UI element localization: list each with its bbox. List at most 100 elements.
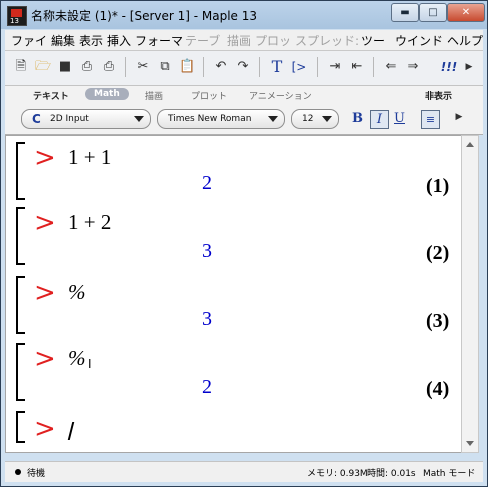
minimize-button[interactable]: ▬ [391,3,419,22]
execution-group-bracket[interactable] [16,207,25,265]
prompt: > [34,278,56,308]
back-icon[interactable]: ⇐ [383,59,399,75]
undo-icon[interactable]: ↶ [213,59,229,75]
outdent-icon[interactable]: ⇤ [349,59,365,75]
math-output: 3 [202,240,212,262]
indent-icon[interactable]: ⇥ [327,59,343,75]
input-mode-status: Math モード [423,469,476,479]
memory-usage: メモリ: 0.93M [307,469,368,479]
text-cursor-icon: I [88,357,92,371]
menu-tools[interactable]: ツー [361,32,385,49]
execute-all-icon[interactable]: !!! [439,59,459,75]
equation-label[interactable]: (3) [426,310,449,333]
input-mode-icon: C [32,112,41,126]
menu-file[interactable]: ファイ [11,32,47,49]
scroll-down-icon[interactable] [466,441,474,446]
chevron-down-icon [322,116,332,122]
status-indicator-icon [15,469,21,475]
print-preview-icon[interactable]: ⎙ [79,59,95,75]
cut-icon[interactable]: ✂ [135,59,151,75]
execution-group-bracket[interactable] [16,343,25,401]
copy-icon[interactable]: ⧉ [157,59,173,75]
insertion-caret [67,422,78,440]
new-document-icon[interactable]: 🗎 [13,59,29,75]
prompt: > [34,143,56,173]
maple-leaf-shape [11,9,22,17]
hide-context-bar[interactable]: 非表示 [425,89,452,102]
context-overflow-icon[interactable]: ▶ [451,109,467,125]
equation-label[interactable]: (2) [426,242,449,265]
status-state: 待機 [27,469,46,479]
toolbar-separator [125,57,126,77]
toolbar-separator [373,57,374,77]
menu-insert[interactable]: 挿入 [107,32,131,49]
font-select[interactable]: Times New Roman [157,109,285,129]
maple-leaf-icon[interactable]: 13 [7,6,27,26]
elapsed-time: 時間: 0.01s [367,469,416,479]
font-size-value: 12 [302,114,314,124]
tab-animation[interactable]: アニメーション [249,89,312,102]
font-size-select[interactable]: 12 [291,109,339,129]
font-value: Times New Roman [168,114,252,124]
math-input[interactable]: % [68,280,86,305]
text-mode-icon[interactable]: T [269,59,285,75]
prompt: > [34,414,56,444]
tab-drawing[interactable]: 描画 [145,89,163,102]
open-folder-icon[interactable]: 🗁 [35,59,51,75]
menu-view[interactable]: 表示 [79,32,103,49]
math-mode-icon[interactable]: [> [291,59,307,75]
main-toolbar: 🗎 🗁 ■ ⎙ ⎙ ✂ ⧉ 📋 ↶ ↷ T [> ⇥ ⇤ ⇐ ⇒ !!! ▶ [5,51,483,86]
math-input[interactable]: 1 + 2 [68,210,111,235]
italic-button[interactable]: I [370,110,389,129]
menu-bar: ファイ 編集 表示 挿入 フォーマ テーブ 描画 プロッ スプレッド: ツー ウ… [5,30,483,51]
execution-group-bracket[interactable] [16,411,25,443]
status-bar: 待機 メモリ: 0.93M 時間: 0.01s Math モード [5,461,483,482]
maximize-icon: □ [428,7,438,18]
tab-math[interactable]: Math [85,88,129,100]
menu-spreadsheet[interactable]: スプレッド: [295,32,359,49]
tab-plot[interactable]: プロット [191,89,227,102]
chevron-down-icon [268,116,278,122]
menu-help[interactable]: ヘルプ [447,32,483,49]
input-mode-select[interactable]: C 2D Input [21,109,151,129]
context-bar: テキスト Math 描画 プロット アニメーション 非表示 C 2D Input… [5,86,483,135]
input-mode-value: 2D Input [50,114,89,124]
minimize-icon: ▬ [400,7,410,18]
execution-group-bracket[interactable] [16,276,25,334]
equation-label[interactable]: (1) [426,175,449,198]
close-button[interactable]: ✕ [447,3,485,22]
math-input[interactable]: 1 + 1 [68,145,111,170]
paste-icon[interactable]: 📋 [179,59,195,75]
prompt: > [34,344,56,374]
print-icon[interactable]: ⎙ [101,59,117,75]
vertical-scrollbar[interactable] [461,135,479,453]
underline-button[interactable]: U [391,110,408,127]
forward-icon[interactable]: ⇒ [405,59,421,75]
tab-text[interactable]: テキスト [33,89,69,102]
title-bar[interactable]: 13 名称未設定 (1)* - [Server 1] - Maple 13 ▬ … [1,1,487,29]
menu-table[interactable]: テーブ [185,32,220,49]
maple-window: 13 名称未設定 (1)* - [Server 1] - Maple 13 ▬ … [0,0,488,487]
math-input[interactable]: % [68,346,86,371]
maximize-button[interactable]: □ [419,3,447,22]
toolbar-separator [317,57,318,77]
math-output: 3 [202,308,212,330]
menu-format[interactable]: フォーマ [135,32,183,49]
worksheet[interactable]: > 1 + 1 2 (1) > 1 + 2 3 (2) > % 3 (3) > … [5,135,462,453]
toolbar-separator [259,57,260,77]
menu-drawing[interactable]: 描画 [227,32,251,49]
equation-label[interactable]: (4) [426,378,449,401]
execution-group-bracket[interactable] [16,142,25,200]
scroll-up-icon[interactable] [466,142,474,147]
bold-button[interactable]: B [349,110,366,127]
save-icon[interactable]: ■ [57,59,73,75]
toolbar-overflow-icon[interactable]: ▶ [461,59,477,75]
menu-edit[interactable]: 編集 [51,32,75,49]
redo-icon[interactable]: ↷ [235,59,251,75]
menu-window[interactable]: ウインド [395,32,443,49]
toolbar-separator [203,57,204,77]
menu-plot[interactable]: プロッ [255,32,291,49]
prompt: > [34,208,56,238]
app-icon-version: 13 [10,17,19,25]
align-left-icon[interactable]: ≡ [421,110,440,129]
